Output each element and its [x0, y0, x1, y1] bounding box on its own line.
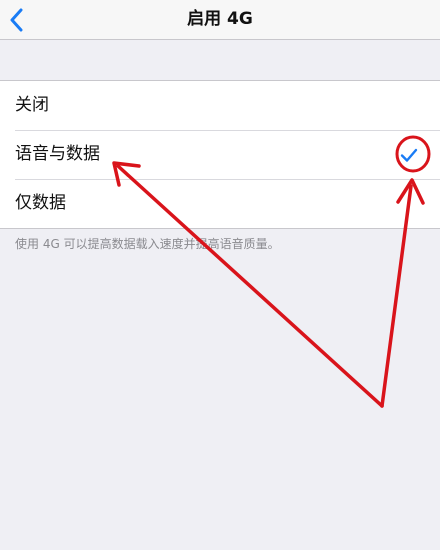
footer-note: 使用 4G 可以提高数据载入速度并提高语音质量。	[15, 237, 280, 251]
option-label: 仅数据	[15, 193, 66, 213]
option-voice-and-data[interactable]: 语音与数据	[0, 130, 440, 179]
option-label: 语音与数据	[15, 144, 100, 164]
checkmark-icon	[400, 148, 418, 162]
lte-options-list: 关闭 语音与数据 仅数据	[0, 80, 440, 229]
option-label: 关闭	[15, 95, 49, 115]
option-data-only[interactable]: 仅数据	[0, 179, 440, 228]
navigation-bar: 启用 4G	[0, 0, 440, 40]
option-off[interactable]: 关闭	[0, 81, 440, 130]
page-title: 启用 4G	[187, 9, 253, 29]
